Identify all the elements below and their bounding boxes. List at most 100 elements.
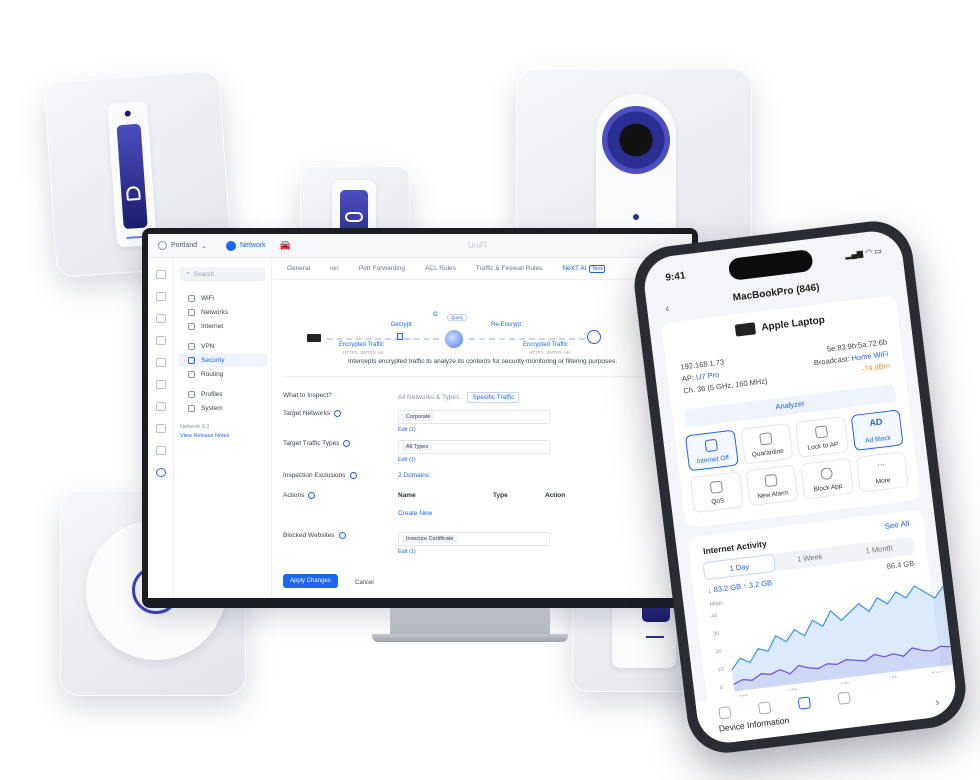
clients-icon[interactable] (156, 336, 166, 345)
sidebar-item-security[interactable]: Security (178, 353, 267, 367)
ap-link[interactable]: U7 Pro (696, 370, 720, 382)
device-details-right: 5e:83:9b:5a:72:6b Broadcast: Home WiFi -… (812, 336, 891, 381)
sidebar-item-label: Internet (201, 322, 224, 330)
option-all-networks[interactable]: All Networks & Types (398, 394, 459, 401)
new-badge: New (589, 264, 606, 273)
what-to-inspect-label: What to Inspect? (283, 392, 332, 399)
info-icon[interactable] (349, 472, 357, 479)
y-tick: 30 (712, 630, 720, 638)
car-icon[interactable]: 🚘 (280, 240, 291, 251)
lock-to-ap-button[interactable]: Lock to AP (795, 416, 849, 458)
settings-gear-icon[interactable] (156, 468, 166, 477)
network-app-icon (226, 240, 236, 251)
sidebar-item-profiles[interactable]: Profiles (178, 387, 267, 401)
bell-icon (125, 185, 141, 201)
option-specific-traffic[interactable]: Specific Traffic (467, 392, 520, 403)
device-icon[interactable] (797, 696, 812, 710)
sidebar-item-wifi[interactable]: WiFi (178, 291, 267, 305)
target-networks-control: Corporate Edit (1) (398, 410, 550, 433)
calendar-icon[interactable] (156, 446, 166, 455)
tab-acl-rules[interactable]: ACL Rules (425, 265, 456, 272)
target-traffic-types-label: Target Traffic Types (283, 440, 351, 447)
more-button[interactable]: ··· More (855, 451, 909, 493)
grid-icon[interactable] (156, 380, 166, 389)
wifi-off-icon (704, 438, 718, 453)
insights-icon[interactable] (757, 701, 772, 715)
column-header-name: Name (398, 492, 416, 499)
info-icon[interactable] (343, 440, 351, 447)
encrypted-traffic-left: Encrypted Traffic (339, 342, 384, 348)
encrypted-traffic-left-sub: HTTPS, SMTPS, etc. (343, 350, 386, 355)
range-1-day[interactable]: 1 Day (702, 553, 777, 581)
status-light (633, 214, 639, 220)
qos-button[interactable]: QoS (690, 471, 744, 514)
inspect-scope-toggle: All Networks & Types Specific Traffic (398, 392, 520, 403)
internet-off-button[interactable]: Internet Off (684, 429, 739, 472)
signal-wifi-battery-icon: ▂▄▆ ◠ ▭ (844, 246, 883, 260)
tab-port-forwarding[interactable]: Port Forwarding (359, 265, 405, 272)
sidebar-item-vpn[interactable]: VPN (178, 339, 267, 353)
app-window: Portland ⌄ Network 🚘 UniFi ⌕ Search WiFi… (148, 234, 692, 598)
quarantine-button[interactable]: Quarantine (739, 422, 794, 465)
shield-icon[interactable] (156, 402, 166, 411)
devices-icon[interactable] (156, 314, 166, 323)
dashboard-icon[interactable] (156, 270, 166, 279)
settings-icon[interactable] (837, 691, 851, 705)
alerts-icon[interactable] (156, 424, 166, 433)
info-icon[interactable] (338, 532, 346, 539)
topology-icon[interactable] (156, 292, 166, 301)
site-selector[interactable]: Portland ⌄ (148, 241, 220, 250)
target-networks-field[interactable]: Corporate (398, 410, 550, 424)
site-icon (158, 241, 167, 250)
main-content: General ion Port Forwarding ACL Rules Tr… (273, 258, 692, 598)
create-new-link[interactable]: Create New (398, 510, 432, 517)
blocked-websites-edit-link[interactable]: Edit (1) (398, 549, 550, 555)
sidebar-item-networks[interactable]: Networks (178, 305, 267, 319)
nav-network[interactable]: Network (226, 240, 266, 251)
overview-icon[interactable] (718, 706, 732, 720)
sidebar-item-internet[interactable]: Internet (178, 319, 267, 333)
sidebar-item-label: Routing (201, 370, 224, 378)
apply-changes-button[interactable]: Apply Changes (283, 574, 338, 588)
new-alarm-button[interactable]: New Alarm (745, 464, 799, 507)
status-time: 9:41 (664, 270, 687, 284)
network-chip[interactable]: Corporate (402, 413, 435, 421)
release-notes-link[interactable]: View Release Notes (180, 432, 271, 441)
actions-label: Actions (283, 492, 316, 499)
traffic-totals: ↓ 83.2 GB ↑ 3.2 GB (707, 578, 772, 595)
chevron-right-icon[interactable]: › (934, 695, 940, 709)
blocked-category-chip[interactable]: Insecure Certificate (402, 535, 458, 543)
search-input[interactable]: ⌕ Search (180, 267, 265, 281)
tab-next-ai[interactable]: NeXT AI New (562, 264, 606, 273)
search-placeholder: Search (193, 270, 215, 278)
more-icon: ··· (876, 459, 886, 470)
ad-block-button[interactable]: AD Ad Block (850, 409, 904, 452)
tab-general[interactable]: General (287, 265, 310, 272)
decrypt-label: Decrypt (391, 322, 412, 328)
monitor: Portland ⌄ Network 🚘 UniFi ⌕ Search WiFi… (142, 228, 698, 608)
tab-truncated[interactable]: ion (330, 265, 339, 272)
y-tick: 0 (719, 684, 724, 692)
sidebar-item-label: Security (201, 356, 225, 364)
block-app-button[interactable]: Block App (800, 457, 854, 500)
exclusions-link[interactable]: 2 Domains (398, 472, 429, 479)
target-types-edit-link[interactable]: Edit (1) (398, 457, 550, 463)
encrypted-traffic-right: Encrypted Traffic (523, 342, 568, 348)
bell-icon (764, 473, 778, 488)
sidebar-item-routing[interactable]: Routing (178, 367, 267, 381)
traffic-type-chip[interactable]: All Types (402, 443, 433, 451)
camera-dot (124, 110, 131, 117)
info-icon[interactable] (308, 492, 316, 499)
tab-traffic-firewall[interactable]: Traffic & Firewall Rules (476, 265, 542, 272)
statistics-icon[interactable] (156, 358, 166, 367)
target-types-control: All Types Edit (1) (398, 440, 550, 463)
info-icon[interactable] (333, 410, 341, 417)
blocked-websites-field[interactable]: Insecure Certificate (398, 532, 550, 546)
range-1-week[interactable]: 1 Week (774, 545, 846, 571)
target-networks-edit-link[interactable]: Edit (1) (398, 427, 550, 433)
see-all-link[interactable]: See All (884, 519, 910, 531)
laptop-icon (734, 322, 757, 337)
cancel-button[interactable]: Cancel (355, 580, 374, 586)
target-types-field[interactable]: All Types (398, 440, 550, 454)
sidebar-item-system[interactable]: System (178, 401, 267, 415)
